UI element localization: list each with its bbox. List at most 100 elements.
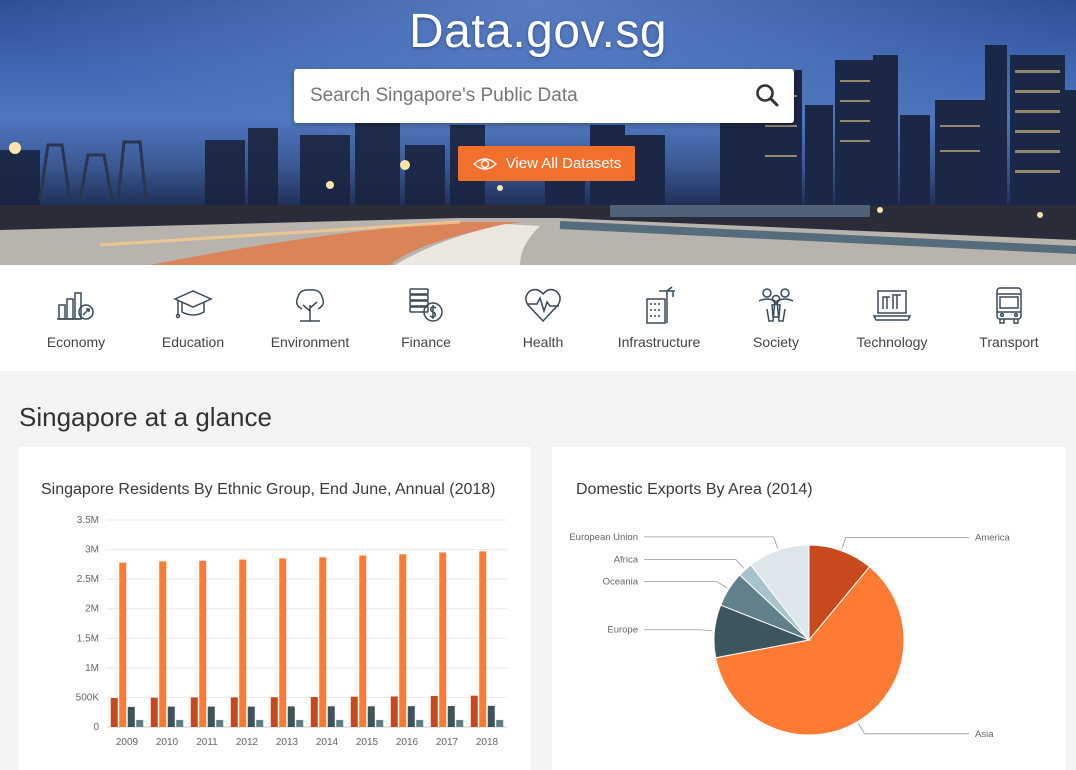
building-crane-icon bbox=[646, 286, 675, 324]
bar[interactable] bbox=[439, 552, 447, 727]
pie-leader-line bbox=[644, 558, 745, 569]
x-tick-label: 2016 bbox=[396, 737, 419, 748]
bar[interactable] bbox=[119, 562, 127, 727]
view-all-datasets-label: View All Datasets bbox=[505, 155, 622, 172]
category-education[interactable]: Education bbox=[135, 265, 251, 371]
bar[interactable] bbox=[407, 706, 415, 727]
tree-icon bbox=[295, 289, 325, 322]
bar[interactable] bbox=[136, 719, 144, 727]
hero-banner: Data.gov.sg View All Datasets bbox=[0, 0, 1076, 265]
bar[interactable] bbox=[336, 719, 344, 727]
x-tick-label: 2012 bbox=[236, 737, 259, 748]
pie-label: European Union bbox=[569, 532, 638, 543]
bar[interactable] bbox=[350, 696, 358, 727]
bar-chart: 0 500K 1M 1.5M 2M 2.5M 3M 3.5M 2009 2010 2011 2012 2… bbox=[76, 515, 507, 748]
category-label: Technology bbox=[856, 334, 928, 350]
heart-pulse-icon bbox=[525, 288, 561, 323]
pie-leader-line bbox=[644, 629, 713, 632]
pie-label: America bbox=[975, 532, 1011, 543]
search-input[interactable] bbox=[294, 69, 744, 123]
view-all-datasets-button[interactable]: View All Datasets bbox=[458, 146, 635, 181]
graduation-cap-icon bbox=[173, 290, 213, 319]
pie-leader-line bbox=[644, 581, 728, 589]
bar[interactable] bbox=[159, 561, 167, 727]
pie-leader-line bbox=[841, 537, 969, 549]
category-label: Health bbox=[522, 334, 564, 350]
category-label: Infrastructure bbox=[617, 334, 701, 350]
category-health[interactable]: Health bbox=[485, 265, 601, 371]
y-tick-label: 2.5M bbox=[77, 574, 99, 585]
bar[interactable] bbox=[496, 719, 504, 727]
bar[interactable] bbox=[247, 706, 255, 727]
domestic-exports-chart-card[interactable]: Domestic Exports By Area (2014) America A… bbox=[552, 447, 1066, 770]
bar[interactable] bbox=[456, 719, 464, 727]
category-technology[interactable]: Technology bbox=[834, 265, 950, 371]
people-icon bbox=[758, 288, 794, 322]
bar[interactable] bbox=[319, 557, 327, 727]
bar[interactable] bbox=[359, 555, 367, 727]
category-label: Transport bbox=[979, 334, 1039, 350]
bus-icon bbox=[996, 287, 1022, 324]
bar[interactable] bbox=[430, 695, 438, 727]
y-tick-label: 500K bbox=[76, 692, 100, 703]
bar[interactable] bbox=[390, 696, 398, 727]
bar[interactable] bbox=[199, 560, 207, 727]
bar[interactable] bbox=[176, 719, 184, 727]
category-bar: Economy Education Environment Finance He… bbox=[0, 265, 1076, 371]
laptop-icon bbox=[872, 290, 912, 321]
section-title: Singapore at a glance bbox=[19, 402, 272, 432]
y-tick-label: 3M bbox=[85, 545, 99, 556]
pie-leader-line bbox=[858, 723, 969, 735]
bar[interactable] bbox=[110, 698, 118, 727]
category-transport[interactable]: Transport bbox=[951, 265, 1067, 371]
pie-label: Europe bbox=[607, 625, 638, 636]
bar[interactable] bbox=[399, 554, 407, 727]
bar[interactable] bbox=[487, 705, 495, 727]
category-label: Education bbox=[161, 334, 225, 350]
y-tick-label: 1M bbox=[85, 663, 99, 674]
category-economy[interactable]: Economy bbox=[18, 265, 134, 371]
pie-label: Africa bbox=[614, 554, 639, 565]
category-infrastructure[interactable]: Infrastructure bbox=[601, 265, 717, 371]
eye-icon bbox=[472, 157, 497, 170]
x-tick-label: 2017 bbox=[436, 737, 459, 748]
bar[interactable] bbox=[447, 706, 455, 727]
bar[interactable] bbox=[376, 719, 384, 727]
bar[interactable] bbox=[367, 706, 375, 727]
category-label: Economy bbox=[46, 334, 106, 350]
bar[interactable] bbox=[207, 706, 215, 727]
y-tick-label: 0 bbox=[93, 722, 99, 733]
bar[interactable] bbox=[216, 719, 224, 727]
bar[interactable] bbox=[479, 551, 487, 727]
x-tick-label: 2015 bbox=[356, 737, 379, 748]
category-finance[interactable]: Finance bbox=[368, 265, 484, 371]
search-box bbox=[294, 69, 794, 123]
site-title: Data.gov.sg bbox=[408, 5, 668, 58]
bar[interactable] bbox=[270, 697, 278, 727]
x-tick-label: 2011 bbox=[196, 737, 218, 748]
pie-chart: America Asia Europe Oceania Africa European U… bbox=[569, 532, 1011, 740]
bar[interactable] bbox=[296, 719, 304, 727]
category-label: Society bbox=[753, 334, 799, 350]
bar[interactable] bbox=[310, 697, 318, 727]
bar[interactable] bbox=[470, 695, 478, 727]
pie-leader-line bbox=[644, 536, 778, 549]
bar[interactable] bbox=[327, 706, 335, 727]
bar[interactable] bbox=[256, 719, 264, 727]
bar[interactable] bbox=[287, 706, 295, 727]
search-button[interactable] bbox=[752, 80, 784, 112]
pie-label: Oceania bbox=[603, 577, 639, 588]
category-society[interactable]: Society bbox=[718, 265, 834, 371]
bar[interactable] bbox=[190, 697, 198, 727]
bar[interactable] bbox=[279, 558, 287, 727]
x-tick-label: 2013 bbox=[276, 737, 299, 748]
category-environment[interactable]: Environment bbox=[252, 265, 368, 371]
bar[interactable] bbox=[239, 559, 247, 727]
bar[interactable] bbox=[127, 706, 135, 727]
bar[interactable] bbox=[416, 719, 424, 727]
bar[interactable] bbox=[150, 697, 158, 727]
ethnic-group-chart-card[interactable]: Singapore Residents By Ethnic Group, End… bbox=[19, 447, 531, 770]
bar[interactable] bbox=[167, 706, 175, 727]
coins-dollar-icon bbox=[409, 288, 443, 322]
bar[interactable] bbox=[230, 697, 238, 727]
